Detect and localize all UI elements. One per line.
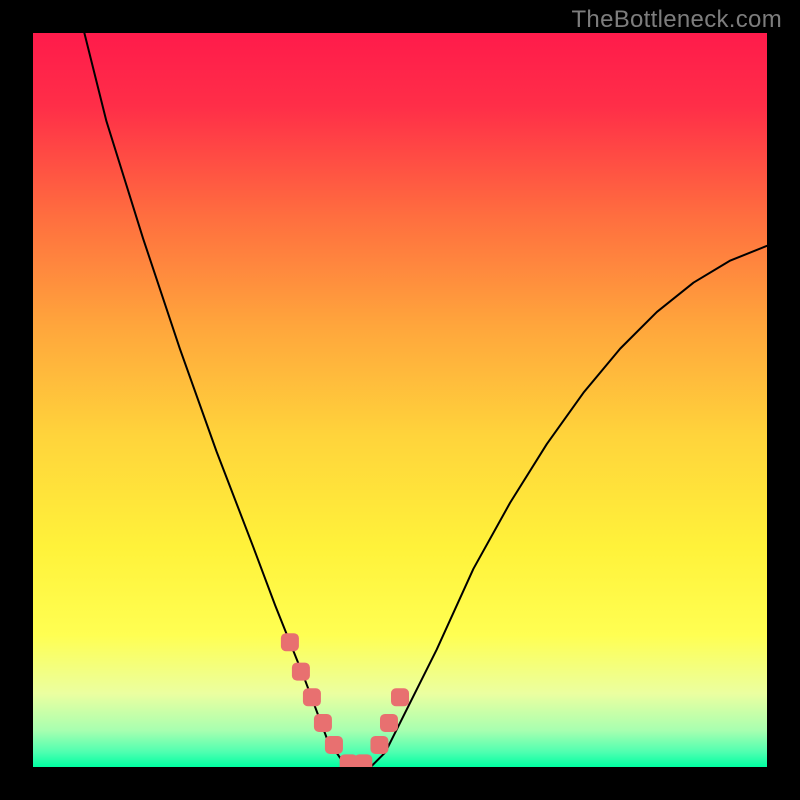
curve-layer (33, 33, 767, 767)
marker-point (380, 714, 398, 732)
marker-point (391, 688, 409, 706)
marker-point (292, 663, 310, 681)
marker-point (370, 736, 388, 754)
marker-point (354, 754, 372, 767)
chart-container: TheBottleneck.com (0, 0, 800, 800)
marker-point (281, 633, 299, 651)
watermark-text: TheBottleneck.com (571, 6, 782, 34)
marker-point (314, 714, 332, 732)
marker-point (325, 736, 343, 754)
plot-area (33, 33, 767, 767)
bottleneck-curve (84, 33, 767, 767)
marker-point (303, 688, 321, 706)
